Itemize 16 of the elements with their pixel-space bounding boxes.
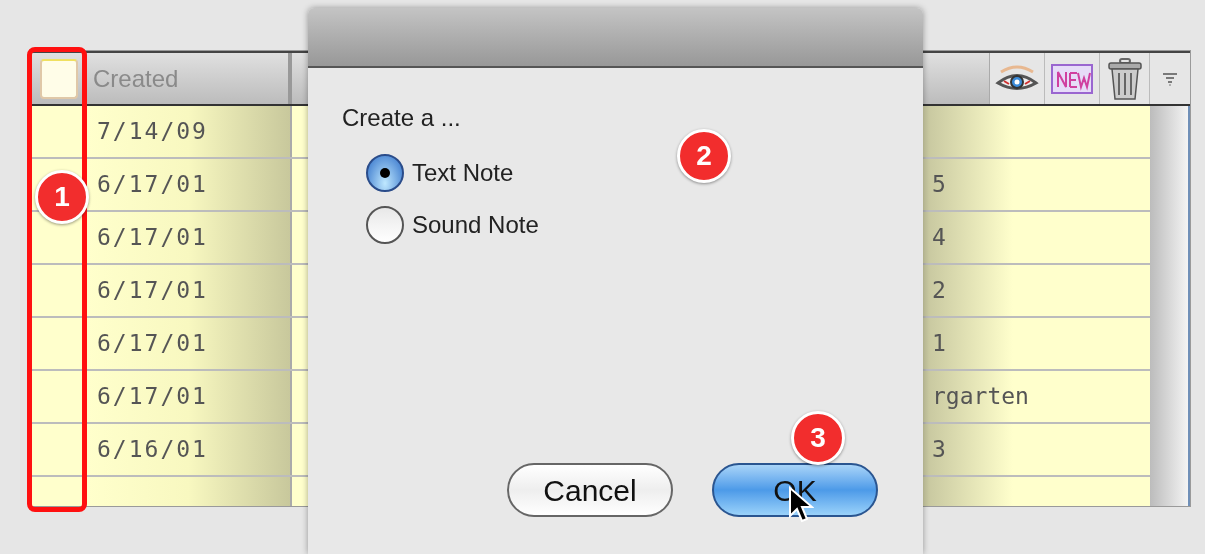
select-all-checkbox[interactable]	[40, 58, 78, 99]
date-cell: 7/14/09	[87, 106, 292, 157]
scrollbar-track[interactable]	[1150, 106, 1190, 506]
radio-button[interactable]	[366, 154, 404, 192]
date-cell: 6/17/01	[87, 318, 292, 369]
cancel-button[interactable]: Cancel	[507, 463, 673, 517]
date-cell: 6/17/01	[87, 159, 292, 210]
date-cell: 6/16/01	[87, 424, 292, 475]
dialog-prompt: Create a ...	[342, 104, 462, 132]
date-cell: 6/17/01	[87, 265, 292, 316]
date-cell: 6/17/01	[87, 371, 292, 422]
filter-icon[interactable]	[1162, 70, 1178, 87]
trash-icon[interactable]	[1106, 56, 1143, 101]
radio-button[interactable]	[366, 206, 404, 244]
new-note-icon[interactable]	[1050, 62, 1094, 95]
date-cell: 6/17/01	[87, 212, 292, 263]
